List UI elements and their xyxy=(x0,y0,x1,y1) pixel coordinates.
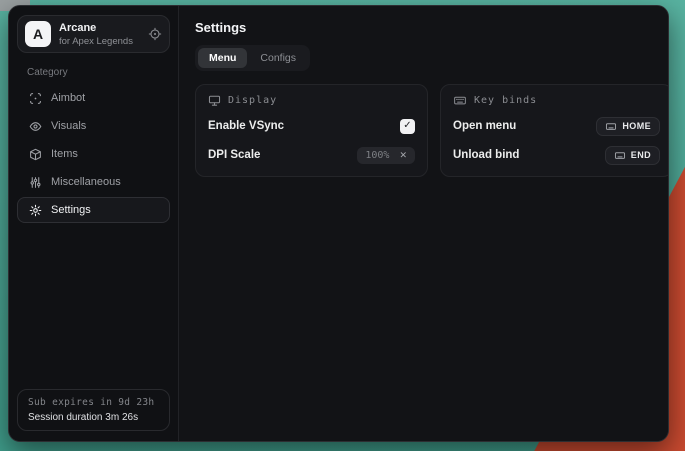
tab-menu[interactable]: Menu xyxy=(198,48,247,68)
open-menu-key: HOME xyxy=(622,121,651,131)
sub-expires-text: Sub expires in 9d 23h xyxy=(28,397,159,408)
monitor-icon xyxy=(208,94,221,107)
app-name: Arcane xyxy=(59,22,133,34)
sidebar-item-settings[interactable]: Settings xyxy=(17,197,170,223)
keybinds-panel-title: Key binds xyxy=(474,95,537,106)
open-menu-row: Open menu HOME xyxy=(453,116,660,136)
vsync-checkbox[interactable]: ✓ xyxy=(400,119,415,134)
sidebar-item-items[interactable]: Items xyxy=(17,141,170,167)
app-subtitle: for Apex Legends xyxy=(59,36,133,47)
sidebar-item-label: Settings xyxy=(51,204,91,216)
tab-configs[interactable]: Configs xyxy=(249,48,307,68)
display-panel-title: Display xyxy=(228,95,277,106)
main-content: Settings Menu Configs Display Enable VSy… xyxy=(179,6,669,441)
sidebar-item-label: Items xyxy=(51,148,78,160)
app-header-card: A Arcane for Apex Legends xyxy=(17,15,170,53)
sidebar-item-label: Miscellaneous xyxy=(51,176,121,188)
category-label: Category xyxy=(27,67,170,78)
page-title: Settings xyxy=(195,20,669,35)
unload-bind-row: Unload bind END xyxy=(453,145,660,165)
keyboard-icon xyxy=(453,94,467,107)
clear-icon[interactable]: ✕ xyxy=(399,151,407,160)
display-panel: Display Enable VSync ✓ DPI Scale 100% ✕ xyxy=(195,84,428,177)
keyboard-icon xyxy=(614,150,626,161)
dpi-label: DPI Scale xyxy=(208,149,260,161)
eye-icon xyxy=(28,119,42,133)
sidebar: A Arcane for Apex Legends Category Aimbo xyxy=(9,6,179,441)
unload-bind-key: END xyxy=(631,150,651,160)
dpi-scale-input[interactable]: 100% ✕ xyxy=(357,147,415,164)
dpi-row: DPI Scale 100% ✕ xyxy=(208,145,415,165)
unload-bind-label: Unload bind xyxy=(453,149,519,161)
dpi-scale-value[interactable]: 100% xyxy=(365,150,389,161)
keybinds-panel: Key binds Open menu HOME Unload bin xyxy=(440,84,669,177)
vsync-label: Enable VSync xyxy=(208,120,284,132)
display-panel-header: Display xyxy=(208,94,415,107)
package-icon xyxy=(28,147,42,161)
app-header-texts: Arcane for Apex Legends xyxy=(59,22,133,47)
sidebar-item-label: Aimbot xyxy=(51,92,85,104)
vsync-row: Enable VSync ✓ xyxy=(208,116,415,136)
keyboard-icon xyxy=(605,121,617,132)
crosshair-icon xyxy=(28,91,42,105)
gear-icon xyxy=(28,203,42,217)
settings-tab-bar: Menu Configs xyxy=(195,45,310,71)
session-duration-text: Session duration 3m 26s xyxy=(28,412,159,423)
sliders-icon xyxy=(28,175,42,189)
app-window: A Arcane for Apex Legends Category Aimbo xyxy=(8,5,669,442)
app-logo: A xyxy=(25,21,51,47)
sidebar-item-visuals[interactable]: Visuals xyxy=(17,113,170,139)
sidebar-item-label: Visuals xyxy=(51,120,86,132)
settings-panels: Display Enable VSync ✓ DPI Scale 100% ✕ xyxy=(195,84,669,177)
open-menu-keybind-button[interactable]: HOME xyxy=(596,117,660,136)
open-menu-label: Open menu xyxy=(453,120,516,132)
sidebar-item-miscellaneous[interactable]: Miscellaneous xyxy=(17,169,170,195)
subscription-info-card: Sub expires in 9d 23h Session duration 3… xyxy=(17,389,170,431)
keybinds-panel-header: Key binds xyxy=(453,94,660,107)
sidebar-spacer xyxy=(17,223,170,389)
sidebar-item-aimbot[interactable]: Aimbot xyxy=(17,85,170,111)
unload-keybind-button[interactable]: END xyxy=(605,146,660,165)
target-icon[interactable] xyxy=(148,27,162,41)
